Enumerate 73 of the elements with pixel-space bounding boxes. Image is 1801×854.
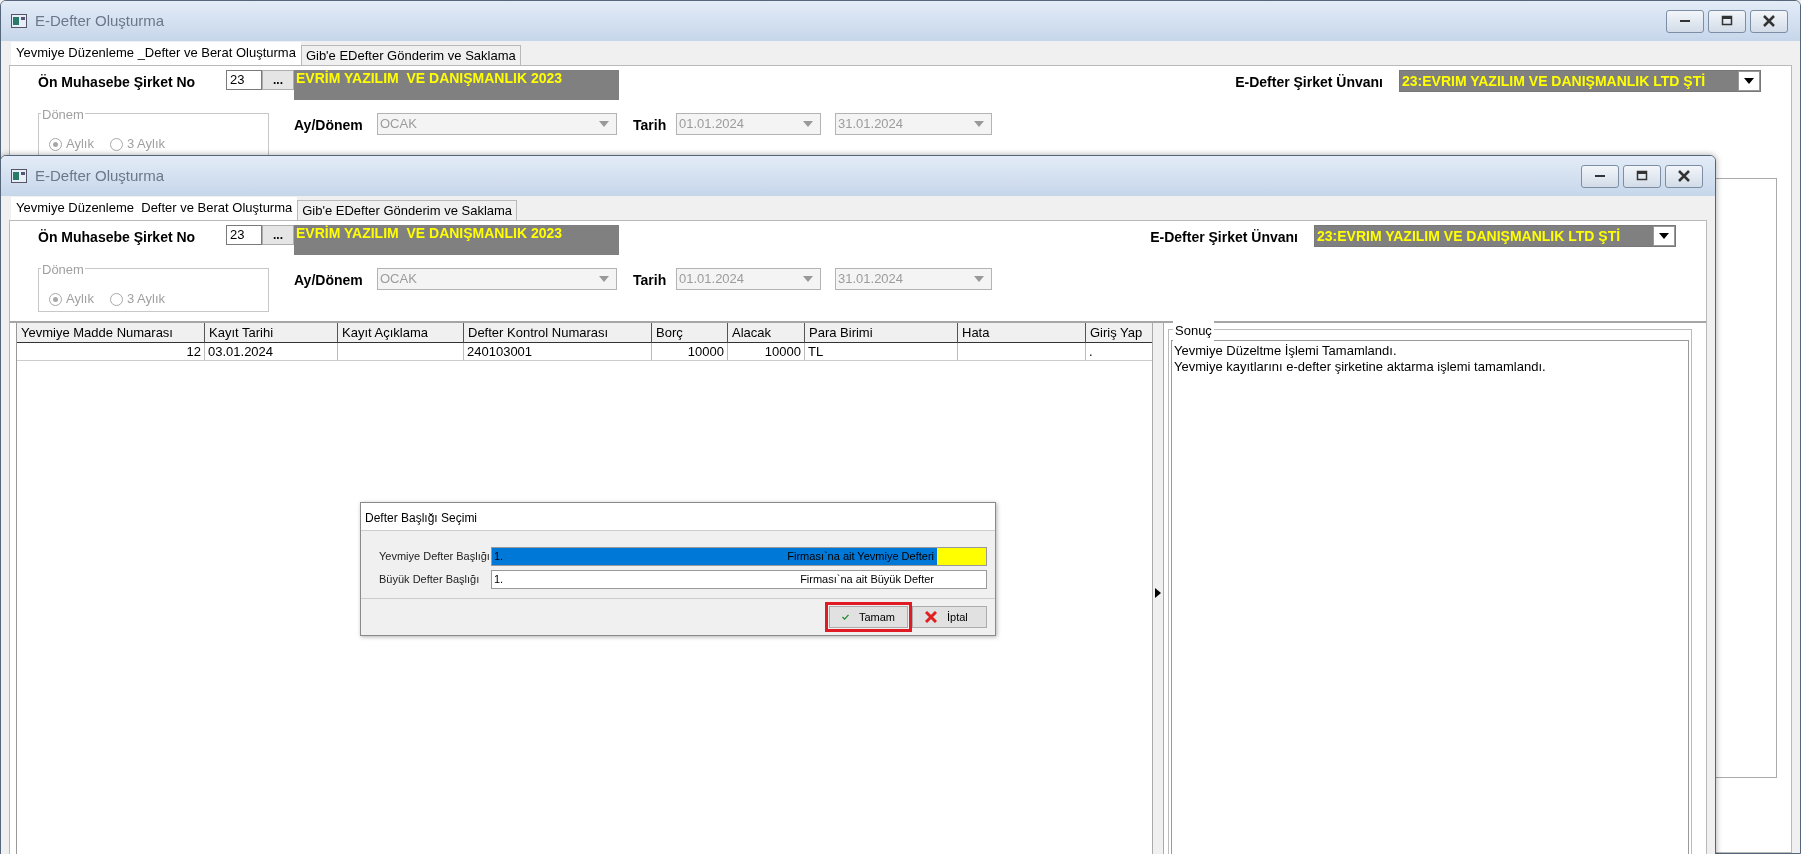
maximize-icon xyxy=(1634,169,1650,183)
tab[interactable]: Gib'e EDefter Gönderim ve Saklama xyxy=(297,200,518,220)
table-cell: 240103001 xyxy=(464,343,652,361)
dropdown[interactable]: 23:EVRIM YAZILIM VE DANIŞMANLIK LTD ŞTİ xyxy=(1314,225,1676,247)
radio-label: 3 Aylık xyxy=(126,135,165,154)
tab[interactable]: Yevmiye Düzenleme _Defter ve Berat Oluşturma xyxy=(11,42,301,65)
column-header[interactable]: Defter Kontrol Numarası xyxy=(464,323,652,343)
tab[interactable]: Gib'e EDefter Gönderim ve Saklama xyxy=(300,45,521,65)
column-header[interactable]: Hata xyxy=(958,323,1086,343)
field-label: Tarih xyxy=(633,116,668,135)
column-header[interactable]: Kayıt Açıklama xyxy=(338,323,464,343)
table-cell: 12 xyxy=(17,343,205,361)
arrow-icon xyxy=(1155,588,1161,598)
input-field[interactable]: 23 xyxy=(226,225,262,245)
input-field[interactable]: 23 xyxy=(226,70,262,90)
dropdown-arrow-icon xyxy=(598,275,610,283)
radio-label: Aylık xyxy=(66,135,94,154)
field-label: Ön Muhasebe Şirket No xyxy=(38,73,197,92)
browse-button[interactable]: ... xyxy=(262,70,294,90)
column-header[interactable]: Yevmiye Madde Numarası xyxy=(17,323,205,343)
maximize-icon xyxy=(1719,14,1735,28)
column-header[interactable]: Kayıt Tarihi xyxy=(205,323,338,343)
message-text: Yevmiye Düzeltme İşlemi Tamamlandı. xyxy=(1174,343,1398,359)
column-header[interactable]: Para Birimi xyxy=(805,323,958,343)
text-area[interactable]: Yevmiye Düzeltme İşlemi Tamamlandı. Yevmiye kayıtlarını e-defter şirketine aktarma işlemi tamamlandı. xyxy=(1171,340,1689,854)
dropdown-arrow-icon xyxy=(973,120,985,128)
column-header[interactable]: Borç xyxy=(652,323,728,343)
dropdown-arrow-icon xyxy=(1743,77,1755,85)
close-button[interactable] xyxy=(1665,164,1703,188)
field-label: Büyük Defter Başlığı xyxy=(379,572,481,588)
close-button[interactable] xyxy=(1750,9,1788,33)
field-label: Ay/Dönem xyxy=(294,116,364,135)
company-name-display: EVRİM YAZILIM VE DANIŞMANLIK 2023 xyxy=(294,225,619,255)
company-name-display: EVRİM YAZILIM VE DANIŞMANLIK 2023 xyxy=(294,70,619,100)
input-field[interactable]: 1. Firması`na ait Büyük Defter xyxy=(491,570,987,589)
close-icon xyxy=(925,611,937,623)
panel-title: Sonuç xyxy=(1173,321,1214,341)
field-label: Tarih xyxy=(633,271,668,290)
close-icon xyxy=(1761,14,1777,28)
field-label: Ay/Dönem xyxy=(294,271,364,290)
maximize-button[interactable] xyxy=(1708,9,1746,33)
dropdown-arrow-icon xyxy=(802,275,814,283)
window-title: E-Defter Oluşturma xyxy=(35,165,165,186)
table-cell: 10000 xyxy=(728,343,805,361)
input-field[interactable]: 1. Firması`na ait Yevmiye Defteri xyxy=(491,547,987,566)
field-label: Ön Muhasebe Şirket No xyxy=(38,228,197,247)
window-icon xyxy=(11,169,27,183)
field-label: Yevmiye Defter Başlığı xyxy=(379,549,491,565)
table-cell: 10000 xyxy=(652,343,728,361)
dropdown-arrow-icon xyxy=(1658,232,1670,240)
table-cell: 03.01.2024 xyxy=(205,343,338,361)
field-label: E-Defter Şirket Ünvanı xyxy=(1150,228,1298,247)
minimize-button[interactable] xyxy=(1666,9,1704,33)
dropdown-arrow-icon xyxy=(802,120,814,128)
table-cell: TL xyxy=(805,343,958,361)
dropdown[interactable]: 23:EVRIM YAZILIM VE DANIŞMANLIK LTD ŞTİ xyxy=(1399,70,1761,92)
maximize-button[interactable] xyxy=(1623,164,1661,188)
minimize-button[interactable] xyxy=(1581,164,1619,188)
radio-label: Aylık xyxy=(66,290,94,309)
close-icon xyxy=(1676,169,1692,183)
window-title: E-Defter Oluşturma xyxy=(35,10,165,31)
browse-button[interactable]: ... xyxy=(262,225,294,245)
cancel-button[interactable]: İptal xyxy=(912,606,987,628)
field-label: E-Defter Şirket Ünvanı xyxy=(1235,73,1383,92)
dialog-title: Defter Başlığı Seçimi xyxy=(361,503,995,531)
dropdown-arrow-icon xyxy=(598,120,610,128)
column-header[interactable]: Alacak xyxy=(728,323,805,343)
dropdown-arrow-icon xyxy=(973,275,985,283)
tab[interactable]: Yevmiye Düzenleme Defter ve Berat Oluşturma xyxy=(11,197,298,220)
window-icon xyxy=(11,14,27,28)
message-text: Yevmiye kayıtlarını e-defter şirketine aktarma işlemi tamamlandı. xyxy=(1174,359,1547,375)
column-header[interactable]: Giriş Yap xyxy=(1086,323,1152,343)
radio-label: 3 Aylık xyxy=(126,290,165,309)
